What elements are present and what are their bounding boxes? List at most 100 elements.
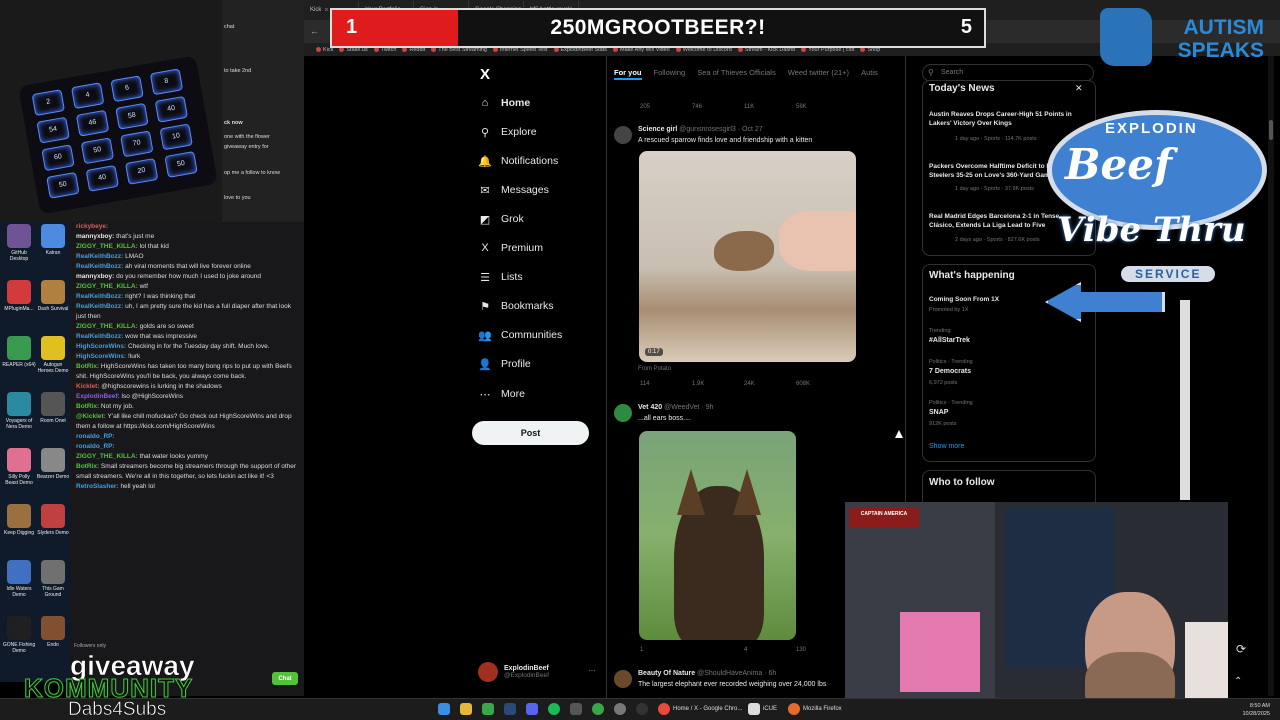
firefox-taskbar-item[interactable]: Mozilla Firefox xyxy=(788,703,842,715)
like-count[interactable]: 24K xyxy=(744,381,796,387)
chrome-taskbar-item[interactable]: Home / X - Google Chro... xyxy=(658,703,742,715)
xbox-icon[interactable] xyxy=(482,703,494,715)
view-count[interactable]: 608K xyxy=(796,381,848,387)
desktop-shortcut[interactable]: Keep Digging xyxy=(2,504,36,536)
account-switcher[interactable]: ExplodinBeef @ExplodinBeef ··· xyxy=(478,662,596,682)
repost-count[interactable] xyxy=(692,647,744,653)
chat-username[interactable]: ZIGGY_THE_KILLA: xyxy=(76,243,138,250)
repost-count[interactable]: 1.9K xyxy=(692,381,744,387)
nav-item-premium[interactable]: X Premium xyxy=(479,242,543,254)
tweet-author[interactable]: Science girl xyxy=(638,126,677,133)
tab-following[interactable]: Following xyxy=(654,62,686,84)
like-count[interactable]: 11K xyxy=(744,104,796,110)
nav-item-explore[interactable]: ⚲ Explore xyxy=(479,126,537,139)
chat-username[interactable]: rickybeye: xyxy=(76,223,108,230)
trend-name[interactable]: SNAP xyxy=(929,409,948,416)
view-count[interactable]: 130 xyxy=(796,647,848,653)
desktop-shortcut[interactable]: Autogun Heroes Demo xyxy=(36,336,70,374)
desktop-shortcut[interactable]: Bearzer Demo xyxy=(36,448,70,480)
trend-name[interactable]: #AllStarTrek xyxy=(929,337,970,344)
chat-username[interactable]: BotRix: xyxy=(76,463,99,470)
scrollbar-thumb[interactable] xyxy=(1269,120,1273,140)
nav-item-more[interactable]: ⋯ More xyxy=(479,388,525,401)
desktop-shortcut[interactable]: Katran xyxy=(36,224,70,256)
chat-username[interactable]: HighScoreWins: xyxy=(76,353,126,360)
more-options-icon[interactable]: ··· xyxy=(588,666,596,675)
x-logo-icon[interactable]: X xyxy=(480,66,490,83)
chat-username[interactable]: ZIGGY_THE_KILLA: xyxy=(76,323,138,330)
reply-count[interactable]: 1 xyxy=(640,647,692,653)
chat-username[interactable]: RealKeithBozz: xyxy=(76,253,123,260)
file-explorer-icon[interactable] xyxy=(460,703,472,715)
desktop-shortcut[interactable]: Dash Survival xyxy=(36,280,70,312)
refresh-icon[interactable]: ⟳ xyxy=(1236,642,1246,656)
chat-username[interactable]: RealKeithBozz: xyxy=(76,293,123,300)
tweet-author[interactable]: Vet 420 xyxy=(638,404,662,411)
tab-sea-of-thieves[interactable]: Sea of Thieves Officials xyxy=(697,62,776,84)
nav-item-communities[interactable]: 👥 Communities xyxy=(478,329,562,342)
desktop-shortcut[interactable]: Silly Polly Beast Demo xyxy=(2,448,36,486)
desktop-shortcut[interactable]: GONE Fishing Demo xyxy=(2,616,36,654)
nav-item-profile[interactable]: 👤 Profile xyxy=(478,358,531,371)
tweet-video[interactable]: 0:17 xyxy=(639,151,856,362)
chat-username[interactable]: RetroSlasher: xyxy=(76,483,119,490)
chat-username[interactable]: ronaldo_RP: xyxy=(76,433,115,440)
post-button[interactable]: Post xyxy=(472,421,589,445)
chat-username[interactable]: ExplodinBeef: xyxy=(76,393,120,400)
tweet-image[interactable] xyxy=(639,431,796,640)
trend-name[interactable]: 7 Democrats xyxy=(929,368,971,375)
spotify-icon[interactable] xyxy=(548,703,560,715)
reply-count[interactable]: 114 xyxy=(640,381,692,387)
chat-username[interactable]: mannyxboy: xyxy=(76,273,114,280)
desktop-shortcut[interactable]: Idle Waters Demo xyxy=(2,560,36,598)
chat-username[interactable]: HighScoreWins: xyxy=(76,343,126,350)
page-scrollbar[interactable] xyxy=(1268,56,1274,696)
chat-username[interactable]: BotRix: xyxy=(76,363,99,370)
reply-count[interactable]: 205 xyxy=(640,104,692,110)
promo-title[interactable]: Coming Soon From 1X xyxy=(929,296,999,303)
system-clock[interactable]: 8:50 AM 10/28/2025 xyxy=(1242,702,1270,718)
discord-icon[interactable] xyxy=(526,703,538,715)
video-source[interactable]: From Potato xyxy=(638,366,671,372)
close-icon[interactable]: ✕ xyxy=(1075,83,1083,94)
tab-for-you[interactable]: For you xyxy=(614,62,642,80)
steam-icon[interactable] xyxy=(504,703,516,715)
back-arrow-icon[interactable]: ← xyxy=(310,26,319,36)
nav-item-grok[interactable]: ◩ Grok xyxy=(479,213,524,226)
chat-username[interactable]: BotRix: xyxy=(76,403,99,410)
chat-send-button[interactable]: Chat xyxy=(272,672,298,685)
desktop-shortcut[interactable]: Voyagers of Nera Demo xyxy=(2,392,36,430)
nav-item-bookmarks[interactable]: ⚑ Bookmarks xyxy=(479,300,553,313)
desktop-shortcut[interactable]: This Gam Ground xyxy=(36,560,70,598)
scroll-top-icon[interactable]: ⌃ xyxy=(1234,676,1242,687)
chat-username[interactable]: RealKeithBozz: xyxy=(76,333,123,340)
icue-taskbar-item[interactable]: iCUE xyxy=(748,703,777,715)
desktop-shortcut[interactable]: MPluginMa... xyxy=(2,280,36,312)
app-icon[interactable] xyxy=(592,703,604,715)
desktop-shortcut[interactable]: Room Onet xyxy=(36,392,70,424)
avatar[interactable] xyxy=(614,126,632,144)
avatar[interactable] xyxy=(614,670,632,688)
tab-weed-twitter[interactable]: Weed twitter (21+) xyxy=(788,62,849,84)
media-icon[interactable] xyxy=(570,703,582,715)
avatar[interactable] xyxy=(614,404,632,422)
start-button[interactable] xyxy=(438,703,450,715)
close-tab-icon[interactable]: × xyxy=(324,7,328,14)
chat-username[interactable]: @Kicklet: xyxy=(76,413,106,420)
chat-username[interactable]: RealKeithBozz: xyxy=(76,263,123,270)
chat-username[interactable]: ronaldo_RP: xyxy=(76,443,115,450)
nav-item-lists[interactable]: ☰ Lists xyxy=(479,271,523,284)
chat-username[interactable]: ZIGGY_THE_KILLA: xyxy=(76,453,138,460)
tab-autis[interactable]: Autis xyxy=(861,62,878,84)
desktop-shortcut[interactable]: Endo xyxy=(36,616,70,648)
chat-username[interactable]: Kicklet: xyxy=(76,383,99,390)
show-more-link[interactable]: Show more xyxy=(929,443,964,450)
like-count[interactable]: 4 xyxy=(744,647,796,653)
nav-item-messages[interactable]: ✉ Messages xyxy=(479,184,548,197)
settings-icon[interactable] xyxy=(614,703,626,715)
tweet-author[interactable]: Beauty Of Nature xyxy=(638,670,695,677)
chat-username[interactable]: RealKeithBozz: xyxy=(76,303,123,310)
desktop-shortcut[interactable]: GitHub Desktop xyxy=(2,224,36,262)
view-count[interactable]: 58K xyxy=(796,104,848,110)
nav-item-home[interactable]: ⌂ Home xyxy=(479,97,531,109)
